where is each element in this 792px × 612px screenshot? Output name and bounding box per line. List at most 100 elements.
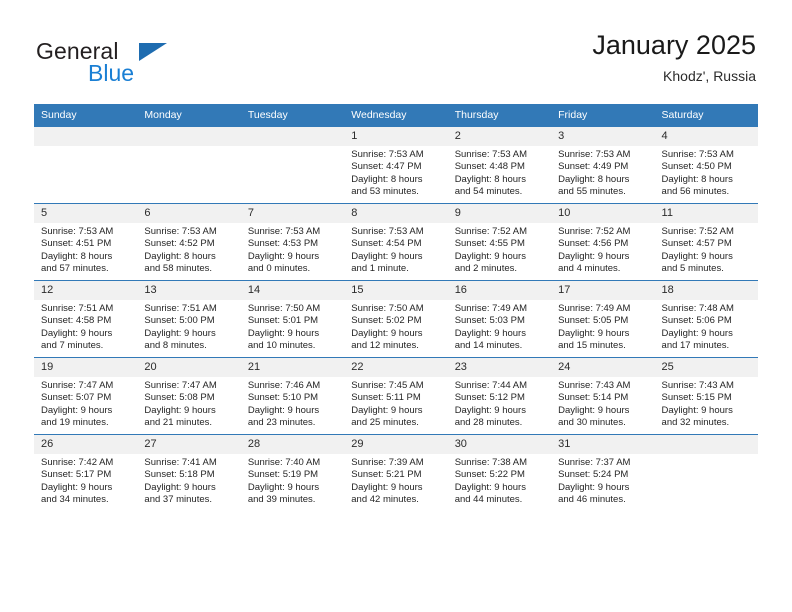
day-detail-lines [137,146,240,149]
calendar-day-cell[interactable]: 27 Sunrise: 7:41 AM Sunset: 5:18 PM Dayligh… [137,434,241,511]
calendar-day-cell[interactable]: 7 Sunrise: 7:53 AM Sunset: 4:53 PM Daylight… [240,203,345,281]
day-detail-line: Sunset: 5:24 PM [558,469,629,481]
day-detail-line: Sunrise: 7:52 AM [454,226,528,237]
day-detail-line: Sunset: 5:02 PM [351,315,422,327]
calendar-day-cell[interactable]: 26 Sunrise: 7:42 AM Sunset: 5:17 PM Dayligh… [34,434,138,511]
brand-name-blue: Blue [88,60,135,86]
day-detail-lines: Sunrise: 7:53 AM Sunset: 4:50 PM Daylight:… [655,146,758,199]
day-detail-line: Daylight: 9 hours [558,250,630,262]
calendar-day-cell[interactable]: 24 Sunrise: 7:43 AM Sunset: 5:14 PM Dayligh… [551,357,655,435]
day-number: 25 [654,358,758,377]
day-detail-lines: Sunrise: 7:52 AM Sunset: 4:55 PM Daylight:… [448,223,551,276]
calendar-empty-cell [34,126,138,204]
calendar-grid: Sunday Monday Tuesday Wednesday Thursday Frid… [34,104,758,511]
day-detail-line: Sunrise: 7:47 AM [144,380,217,391]
calendar-day-cell[interactable]: 3 Sunrise: 7:53 AM Sunset: 4:49 PM Daylight… [551,126,655,204]
calendar-day-cell[interactable]: 16 Sunrise: 7:49 AM Sunset: 5:03 PM Dayligh… [447,280,552,358]
calendar-day-cell[interactable]: 4 Sunrise: 7:53 AM Sunset: 4:50 PM Daylight… [654,126,758,204]
day-detail-line: Daylight: 8 hours [41,250,113,262]
day-detail-line: and 0 minutes. [247,263,311,275]
day-detail-line: Daylight: 8 hours [661,173,733,185]
calendar-day-cell[interactable]: 23 Sunrise: 7:44 AM Sunset: 5:12 PM Dayligh… [447,357,552,435]
day-detail-line: Daylight: 9 hours [41,404,113,416]
calendar-day-cell[interactable]: 6 Sunrise: 7:53 AM Sunset: 4:52 PM Daylight… [137,203,241,281]
day-detail-line: Sunset: 4:51 PM [41,238,112,250]
day-detail-line: Sunset: 5:21 PM [351,469,422,481]
day-detail-lines: Sunrise: 7:52 AM Sunset: 4:56 PM Daylight:… [551,223,654,276]
day-number: 5 [34,204,138,223]
calendar-day-cell[interactable]: 19 Sunrise: 7:47 AM Sunset: 5:07 PM Dayligh… [34,357,138,435]
day-number: 13 [137,281,241,300]
day-detail-line: Sunset: 5:08 PM [144,392,215,404]
day-detail-line: Sunrise: 7:43 AM [661,380,734,391]
calendar-day-cell[interactable]: 30 Sunrise: 7:38 AM Sunset: 5:22 PM Dayligh… [447,434,552,511]
calendar-day-cell[interactable]: 17 Sunrise: 7:49 AM Sunset: 5:05 PM Dayligh… [551,280,655,358]
day-number: 16 [447,281,552,300]
calendar-week-row: 19 Sunrise: 7:47 AM Sunset: 5:07 PM Dayligh… [34,357,758,435]
day-detail-line: and 56 minutes. [661,186,730,198]
page-subtitle: Khodz', Russia [663,68,756,84]
day-detail-lines [241,146,344,149]
calendar-day-cell[interactable]: 29 Sunrise: 7:39 AM Sunset: 5:21 PM Dayligh… [344,434,448,511]
day-detail-line: Daylight: 9 hours [247,250,320,262]
calendar-day-cell[interactable]: 12 Sunrise: 7:51 AM Sunset: 4:58 PM Dayligh… [34,280,138,358]
day-detail-line: Daylight: 9 hours [454,327,526,339]
day-detail-line: Sunset: 5:01 PM [247,315,319,327]
calendar-day-cell[interactable]: 22 Sunrise: 7:45 AM Sunset: 5:11 PM Dayligh… [344,357,448,435]
day-detail-line: Daylight: 9 hours [661,327,733,339]
general-blue-logo[interactable]: General Blue [36,38,266,90]
calendar-day-cell[interactable]: 5 Sunrise: 7:53 AM Sunset: 4:51 PM Daylight… [34,203,138,281]
calendar-day-cell[interactable]: 9 Sunrise: 7:52 AM Sunset: 4:55 PM Daylight… [447,203,552,281]
calendar-day-cell[interactable]: 11 Sunrise: 7:52 AM Sunset: 4:57 PM Dayligh… [654,203,758,281]
day-number [34,127,138,146]
day-detail-line: Daylight: 9 hours [351,481,423,493]
day-detail-line: and 2 minutes. [454,263,518,275]
day-detail-line: Daylight: 9 hours [351,327,423,339]
day-detail-line: and 4 minutes. [558,263,621,275]
day-number: 4 [654,127,758,146]
calendar-day-cell[interactable]: 31 Sunrise: 7:37 AM Sunset: 5:24 PM Dayligh… [551,434,655,511]
day-detail-line: Sunrise: 7:52 AM [661,226,734,237]
day-detail-line: and 12 minutes. [351,340,419,352]
calendar-week-row: 26 Sunrise: 7:42 AM Sunset: 5:17 PM Dayligh… [34,434,758,511]
day-detail-line: Daylight: 9 hours [558,327,630,339]
day-number: 28 [240,435,345,454]
day-detail-line: Sunrise: 7:51 AM [144,303,217,314]
day-detail-line: Sunrise: 7:49 AM [558,303,631,314]
calendar-day-cell[interactable]: 25 Sunrise: 7:43 AM Sunset: 5:15 PM Dayligh… [654,357,758,435]
calendar-day-cell[interactable]: 8 Sunrise: 7:53 AM Sunset: 4:54 PM Daylight… [344,203,448,281]
weekday-header-row: Sunday Monday Tuesday Wednesday Thursday Frid… [34,104,758,127]
day-number: 26 [34,435,138,454]
day-detail-lines: Sunrise: 7:40 AM Sunset: 5:19 PM Daylight:… [241,454,344,507]
calendar-day-cell[interactable]: 13 Sunrise: 7:51 AM Sunset: 5:00 PM Dayligh… [137,280,241,358]
calendar-day-cell[interactable]: 15 Sunrise: 7:50 AM Sunset: 5:02 PM Dayligh… [344,280,448,358]
calendar-day-cell[interactable]: 14 Sunrise: 7:50 AM Sunset: 5:01 PM Dayligh… [240,280,345,358]
day-detail-line: Sunset: 5:06 PM [661,315,732,327]
calendar-day-cell[interactable]: 28 Sunrise: 7:40 AM Sunset: 5:19 PM Dayligh… [240,434,345,511]
calendar-day-cell[interactable]: 2 Sunrise: 7:53 AM Sunset: 4:48 PM Daylight… [447,126,552,204]
day-detail-lines: Sunrise: 7:46 AM Sunset: 5:10 PM Daylight:… [241,377,344,430]
day-detail-line: Daylight: 9 hours [144,404,216,416]
calendar-day-cell[interactable]: 10 Sunrise: 7:52 AM Sunset: 4:56 PM Dayligh… [551,203,655,281]
calendar-week-row: 12 Sunrise: 7:51 AM Sunset: 4:58 PM Dayligh… [34,280,758,358]
day-detail-line: and 32 minutes. [661,417,730,429]
day-detail-line: and 1 minute. [351,263,409,275]
calendar-day-cell[interactable]: 1 Sunrise: 7:53 AM Sunset: 4:47 PM Daylight… [344,126,448,204]
day-number: 10 [551,204,655,223]
day-detail-lines: Sunrise: 7:50 AM Sunset: 5:02 PM Daylight:… [344,300,447,353]
calendar-day-cell[interactable]: 18 Sunrise: 7:48 AM Sunset: 5:06 PM Dayligh… [654,280,758,358]
day-detail-line: Sunrise: 7:53 AM [247,226,321,237]
day-detail-line: Daylight: 9 hours [247,481,320,493]
day-number: 12 [34,281,138,300]
calendar-day-cell[interactable]: 20 Sunrise: 7:47 AM Sunset: 5:08 PM Dayligh… [137,357,241,435]
day-detail-line: Daylight: 8 hours [558,173,630,185]
day-detail-line: and 7 minutes. [41,340,104,352]
calendar-day-cell[interactable]: 21 Sunrise: 7:46 AM Sunset: 5:10 PM Dayligh… [240,357,345,435]
day-number: 27 [137,435,241,454]
day-detail-line: Sunrise: 7:41 AM [144,457,217,468]
day-detail-line: Sunrise: 7:52 AM [558,226,631,237]
day-number: 21 [240,358,345,377]
day-detail-line: Daylight: 9 hours [247,327,320,339]
day-detail-line: and 5 minutes. [661,263,724,275]
day-detail-line: Sunrise: 7:39 AM [351,457,424,468]
